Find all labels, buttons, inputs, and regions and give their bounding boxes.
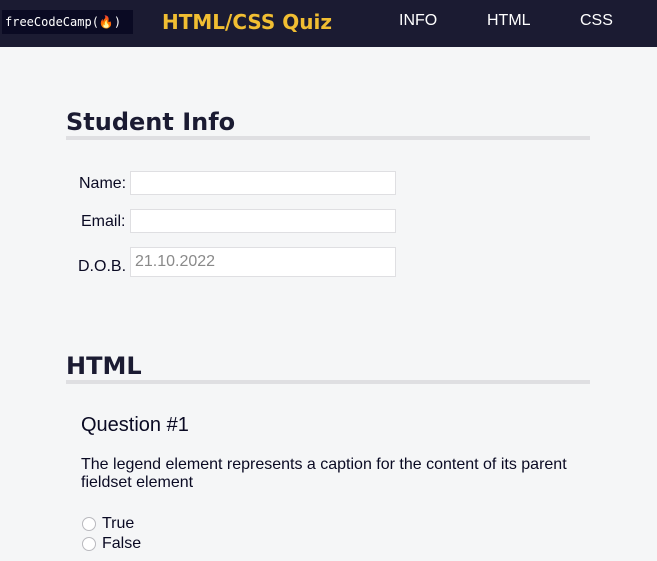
top-navigation-bar: freeCodeCamp(🔥) HTML/CSS Quiz INFO HTML …	[0, 0, 657, 47]
answer-option-true[interactable]: True	[82, 514, 134, 534]
nav-link-html[interactable]: HTML	[487, 11, 531, 31]
radio-button-true[interactable]	[82, 517, 96, 531]
question-title: Question #1	[81, 414, 189, 436]
radio-button-false[interactable]	[82, 537, 96, 551]
freecodecamp-logo[interactable]: freeCodeCamp(🔥)	[2, 10, 133, 34]
student-info-heading: Student Info	[66, 108, 590, 140]
dob-label: D.O.B.	[78, 258, 127, 275]
answer-label-false: False	[102, 535, 142, 552]
email-input[interactable]	[130, 209, 396, 233]
email-label: Email:	[81, 213, 126, 230]
question-text: The legend element represents a caption …	[81, 456, 567, 491]
dob-date-input[interactable]: 21.10.2022	[130, 247, 396, 277]
answer-option-false[interactable]: False	[82, 534, 141, 554]
nav-link-info[interactable]: INFO	[399, 11, 437, 31]
html-section-heading: HTML	[66, 352, 590, 384]
nav-link-css[interactable]: CSS	[580, 11, 613, 31]
name-input[interactable]	[130, 171, 396, 195]
name-label: Name:	[79, 175, 127, 192]
answer-label-true: True	[102, 515, 135, 532]
app-title: HTML/CSS Quiz	[162, 10, 332, 34]
